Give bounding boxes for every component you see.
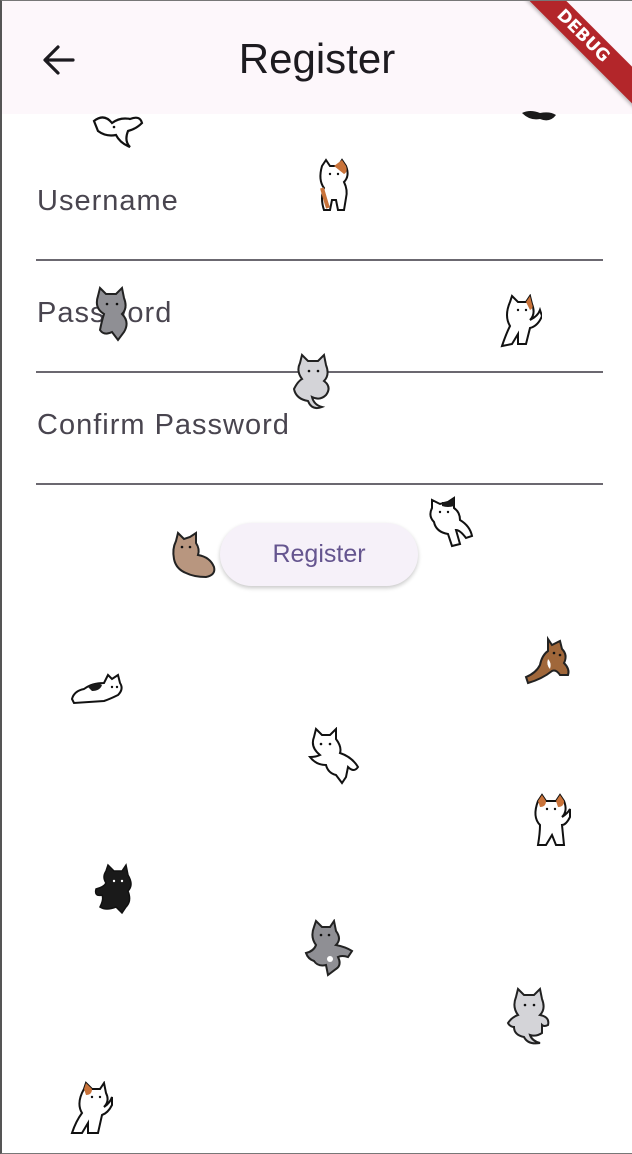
cat-sticker-icon xyxy=(292,353,330,410)
cat-sticker-icon xyxy=(92,116,144,149)
register-button[interactable]: Register xyxy=(220,523,418,586)
cat-sticker-icon xyxy=(500,294,542,348)
cat-sticker-icon xyxy=(172,531,216,579)
page-title: Register xyxy=(238,35,396,82)
cat-sticker-icon xyxy=(522,111,556,121)
app-bar: Register xyxy=(2,1,632,114)
cat-sticker-icon xyxy=(319,158,349,211)
register-screen: Register DEBUG Username Password Confirm… xyxy=(0,0,632,1154)
cat-sticker-icon xyxy=(307,727,360,785)
cat-sticker-icon xyxy=(524,635,570,685)
cat-sticker-icon xyxy=(95,286,128,342)
cat-sticker-icon xyxy=(70,673,123,705)
cat-sticker-icon xyxy=(506,987,550,1045)
cat-sticker-icon xyxy=(94,863,132,915)
confirm-password-input[interactable] xyxy=(36,431,607,477)
cat-sticker-icon xyxy=(429,496,474,548)
cat-sticker-icon xyxy=(534,793,571,846)
cat-sticker-icon xyxy=(70,1081,113,1134)
cat-sticker-icon xyxy=(304,919,354,977)
